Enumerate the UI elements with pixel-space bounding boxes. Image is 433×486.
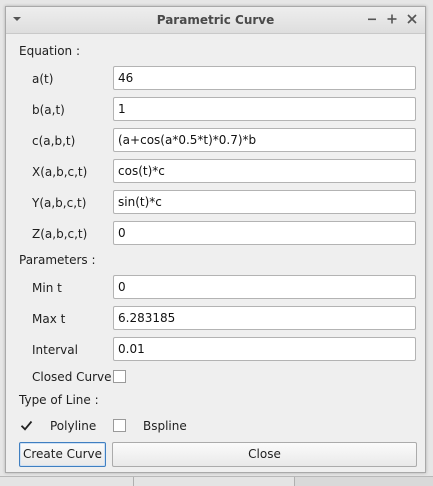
- c-abt-label: c(a,b,t): [32, 134, 76, 148]
- parameters-header: Parameters :: [19, 253, 96, 267]
- polyline-label: Polyline: [50, 419, 97, 433]
- interval-input[interactable]: 0.01: [113, 337, 416, 361]
- y-abct-input[interactable]: sin(t)*c: [113, 190, 416, 214]
- equation-header: Equation :: [19, 44, 81, 58]
- line-type-header: Type of Line :: [19, 393, 99, 407]
- y-abct-label: Y(a,b,c,t): [32, 196, 87, 210]
- z-abct-label: Z(a,b,c,t): [32, 227, 88, 241]
- close-button[interactable]: Close: [112, 442, 417, 467]
- closed-curve-label: Closed Curve: [32, 370, 112, 384]
- close-icon[interactable]: [403, 10, 421, 28]
- c-abt-input[interactable]: (a+cos(a*0.5*t)*0.7)*b: [113, 128, 416, 152]
- maximize-icon[interactable]: [383, 10, 401, 28]
- closed-curve-checkbox[interactable]: [113, 370, 126, 383]
- b-at-label: b(a,t): [32, 103, 65, 117]
- bspline-label: Bspline: [143, 419, 187, 433]
- checkmark-icon: [20, 420, 33, 431]
- max-t-label: Max t: [32, 312, 66, 326]
- max-t-input[interactable]: 6.283185: [113, 306, 416, 330]
- z-abct-input[interactable]: 0: [113, 221, 416, 245]
- x-abct-label: X(a,b,c,t): [32, 165, 88, 179]
- interval-label: Interval: [32, 343, 78, 357]
- parametric-curve-dialog: Parametric Curve Equation : a(t) 46 b(a,…: [5, 6, 426, 473]
- a-t-input[interactable]: 46: [113, 66, 416, 90]
- bspline-checkbox[interactable]: [113, 419, 126, 432]
- polyline-checkbox[interactable]: [20, 419, 33, 432]
- minimize-icon[interactable]: [363, 10, 381, 28]
- min-t-label: Min t: [32, 281, 62, 295]
- create-curve-button[interactable]: Create Curve: [19, 442, 106, 467]
- a-t-label: a(t): [32, 72, 54, 86]
- b-at-input[interactable]: 1: [113, 97, 416, 121]
- x-abct-input[interactable]: cos(t)*c: [113, 159, 416, 183]
- title-bar: Parametric Curve: [6, 7, 425, 34]
- min-t-input[interactable]: 0: [113, 275, 416, 299]
